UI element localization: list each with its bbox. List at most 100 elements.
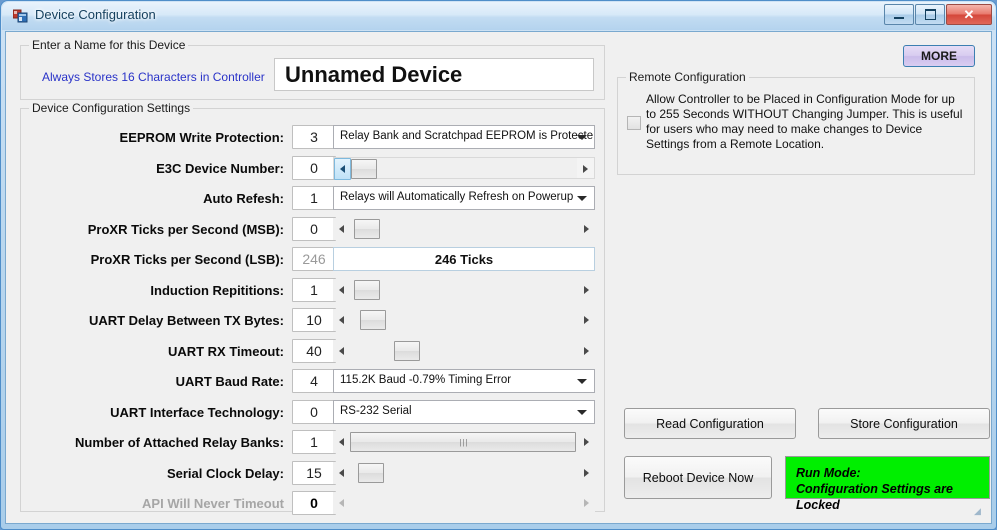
setting-scrollbar[interactable]: [333, 157, 595, 180]
setting-value-box[interactable]: 0: [292, 491, 336, 515]
scrollbar-thumb[interactable]: [354, 219, 380, 239]
device-name-input[interactable]: Unnamed Device: [274, 58, 594, 91]
status-line-1: Run Mode:: [796, 466, 861, 480]
scroll-left-arrow-icon[interactable]: [333, 431, 350, 453]
setting-label: Induction Repititions:: [150, 283, 284, 298]
chevron-down-icon[interactable]: [577, 135, 587, 140]
more-button[interactable]: MORE: [903, 45, 975, 67]
scroll-left-arrow-icon[interactable]: [333, 279, 350, 301]
setting-combobox[interactable]: Relay Bank and Scratchpad EEPROM is Prot…: [333, 125, 595, 149]
scroll-left-arrow-icon[interactable]: [333, 218, 350, 240]
setting-scrollbar[interactable]: [333, 492, 595, 514]
setting-value-box[interactable]: 40: [292, 339, 336, 363]
setting-value-box[interactable]: 1: [292, 430, 336, 454]
status-line-2: Configuration Settings are Locked: [796, 482, 953, 512]
chevron-down-icon[interactable]: [577, 410, 587, 415]
scroll-right-arrow-icon[interactable]: [578, 279, 595, 301]
setting-scrollbar[interactable]: [333, 340, 595, 362]
scroll-right-arrow-icon[interactable]: [578, 431, 595, 453]
window-controls: ✕: [883, 4, 992, 25]
app-icon: [13, 9, 28, 23]
reboot-device-button[interactable]: Reboot Device Now: [624, 456, 772, 499]
chevron-down-icon[interactable]: [577, 196, 587, 201]
setting-value-box[interactable]: 0: [292, 400, 336, 424]
scroll-right-arrow-icon[interactable]: [577, 158, 594, 180]
setting-combobox[interactable]: Relays will Automatically Refresh on Pow…: [333, 186, 595, 210]
setting-value-box[interactable]: 3: [292, 125, 336, 149]
setting-value-box[interactable]: 0: [292, 217, 336, 241]
scrollbar-track[interactable]: [351, 158, 577, 178]
setting-label: E3C Device Number:: [156, 161, 284, 176]
scroll-right-arrow-icon[interactable]: [578, 462, 595, 484]
chevron-down-icon[interactable]: [577, 379, 587, 384]
resize-grip-icon[interactable]: ◢: [974, 506, 984, 516]
scrollbar-track[interactable]: [350, 279, 578, 301]
scroll-right-arrow-icon[interactable]: [578, 492, 595, 514]
scrollbar-track[interactable]: [350, 340, 578, 362]
setting-label: EEPROM Write Protection:: [119, 130, 284, 145]
setting-scrollbar[interactable]: [333, 218, 595, 240]
scrollbar-track[interactable]: [350, 218, 578, 240]
maximize-icon: [924, 9, 936, 20]
minimize-button[interactable]: [884, 4, 914, 25]
remote-config-checkbox[interactable]: [627, 116, 641, 130]
setting-combobox[interactable]: RS-232 Serial: [333, 400, 595, 424]
scroll-right-arrow-icon[interactable]: [578, 218, 595, 240]
scroll-left-arrow-icon[interactable]: [333, 492, 350, 514]
window-client-area: MORE Enter a Name for this Device Always…: [5, 31, 992, 524]
device-name-hint: Always Stores 16 Characters in Controlle…: [42, 70, 265, 84]
maximize-button[interactable]: [915, 4, 945, 25]
scroll-left-arrow-icon[interactable]: [333, 462, 350, 484]
remote-config-description: Allow Controller to be Placed in Configu…: [646, 92, 963, 151]
setting-combobox[interactable]: 115.2K Baud -0.79% Timing Error: [333, 369, 595, 393]
scrollbar-thumb[interactable]: [394, 341, 420, 361]
scroll-left-arrow-icon[interactable]: [333, 309, 350, 331]
setting-label: UART Interface Technology:: [110, 405, 284, 420]
scroll-right-arrow-icon[interactable]: [578, 340, 595, 362]
setting-label: UART Baud Rate:: [175, 374, 284, 389]
scrollbar-thumb[interactable]: [354, 280, 380, 300]
setting-value-box[interactable]: 0: [292, 156, 336, 180]
setting-value-box[interactable]: 15: [292, 461, 336, 485]
setting-label: ProXR Ticks per Second (LSB):: [90, 252, 284, 267]
scrollbar-thumb[interactable]: [358, 463, 384, 483]
setting-label: Number of Attached Relay Banks:: [74, 435, 284, 450]
setting-label: Auto Refesh:: [203, 191, 284, 206]
setting-value-box[interactable]: 10: [292, 308, 336, 332]
setting-scrollbar[interactable]: |||: [333, 431, 595, 453]
window-title: Device Configuration: [35, 7, 156, 22]
setting-value-box[interactable]: 1: [292, 186, 336, 210]
scrollbar-thumb[interactable]: |||: [350, 432, 576, 452]
setting-value-box[interactable]: 1: [292, 278, 336, 302]
window-frame: Device Configuration ✕ MORE Enter a Name…: [0, 0, 997, 530]
read-configuration-button[interactable]: Read Configuration: [624, 408, 796, 439]
titlebar[interactable]: Device Configuration ✕: [1, 1, 997, 31]
setting-label: UART Delay Between TX Bytes:: [88, 313, 284, 328]
combobox-text: Relays will Automatically Refresh on Pow…: [340, 191, 574, 203]
setting-value-box[interactable]: 4: [292, 369, 336, 393]
scroll-right-arrow-icon[interactable]: [578, 309, 595, 331]
scroll-left-arrow-icon[interactable]: [333, 340, 350, 362]
setting-scrollbar[interactable]: [333, 279, 595, 301]
scrollbar-thumb-grip-icon: |||: [459, 438, 469, 447]
minimize-icon: [894, 16, 904, 19]
settings-group-title: Device Configuration Settings: [29, 101, 194, 115]
scrollbar-track[interactable]: [350, 492, 578, 514]
setting-scrollbar[interactable]: [333, 309, 595, 331]
setting-label: UART RX Timeout:: [167, 344, 284, 359]
ticks-display: 246 Ticks: [333, 247, 595, 271]
close-button[interactable]: ✕: [946, 4, 992, 25]
setting-scrollbar[interactable]: [333, 462, 595, 484]
scrollbar-thumb[interactable]: [360, 310, 386, 330]
combobox-text: RS-232 Serial: [340, 405, 412, 417]
setting-label: Serial Clock Delay:: [166, 466, 284, 481]
setting-label: API Will Never Timeout: [142, 496, 284, 511]
scrollbar-thumb[interactable]: [351, 159, 377, 179]
combobox-text: 115.2K Baud -0.79% Timing Error: [340, 374, 512, 386]
store-configuration-button[interactable]: Store Configuration: [818, 408, 990, 439]
device-name-group-title: Enter a Name for this Device: [29, 38, 189, 52]
scrollbar-track[interactable]: [350, 462, 578, 484]
setting-label: ProXR Ticks per Second (MSB):: [87, 222, 284, 237]
setting-value-box[interactable]: 246: [292, 247, 336, 271]
scroll-left-arrow-icon[interactable]: [334, 158, 351, 180]
